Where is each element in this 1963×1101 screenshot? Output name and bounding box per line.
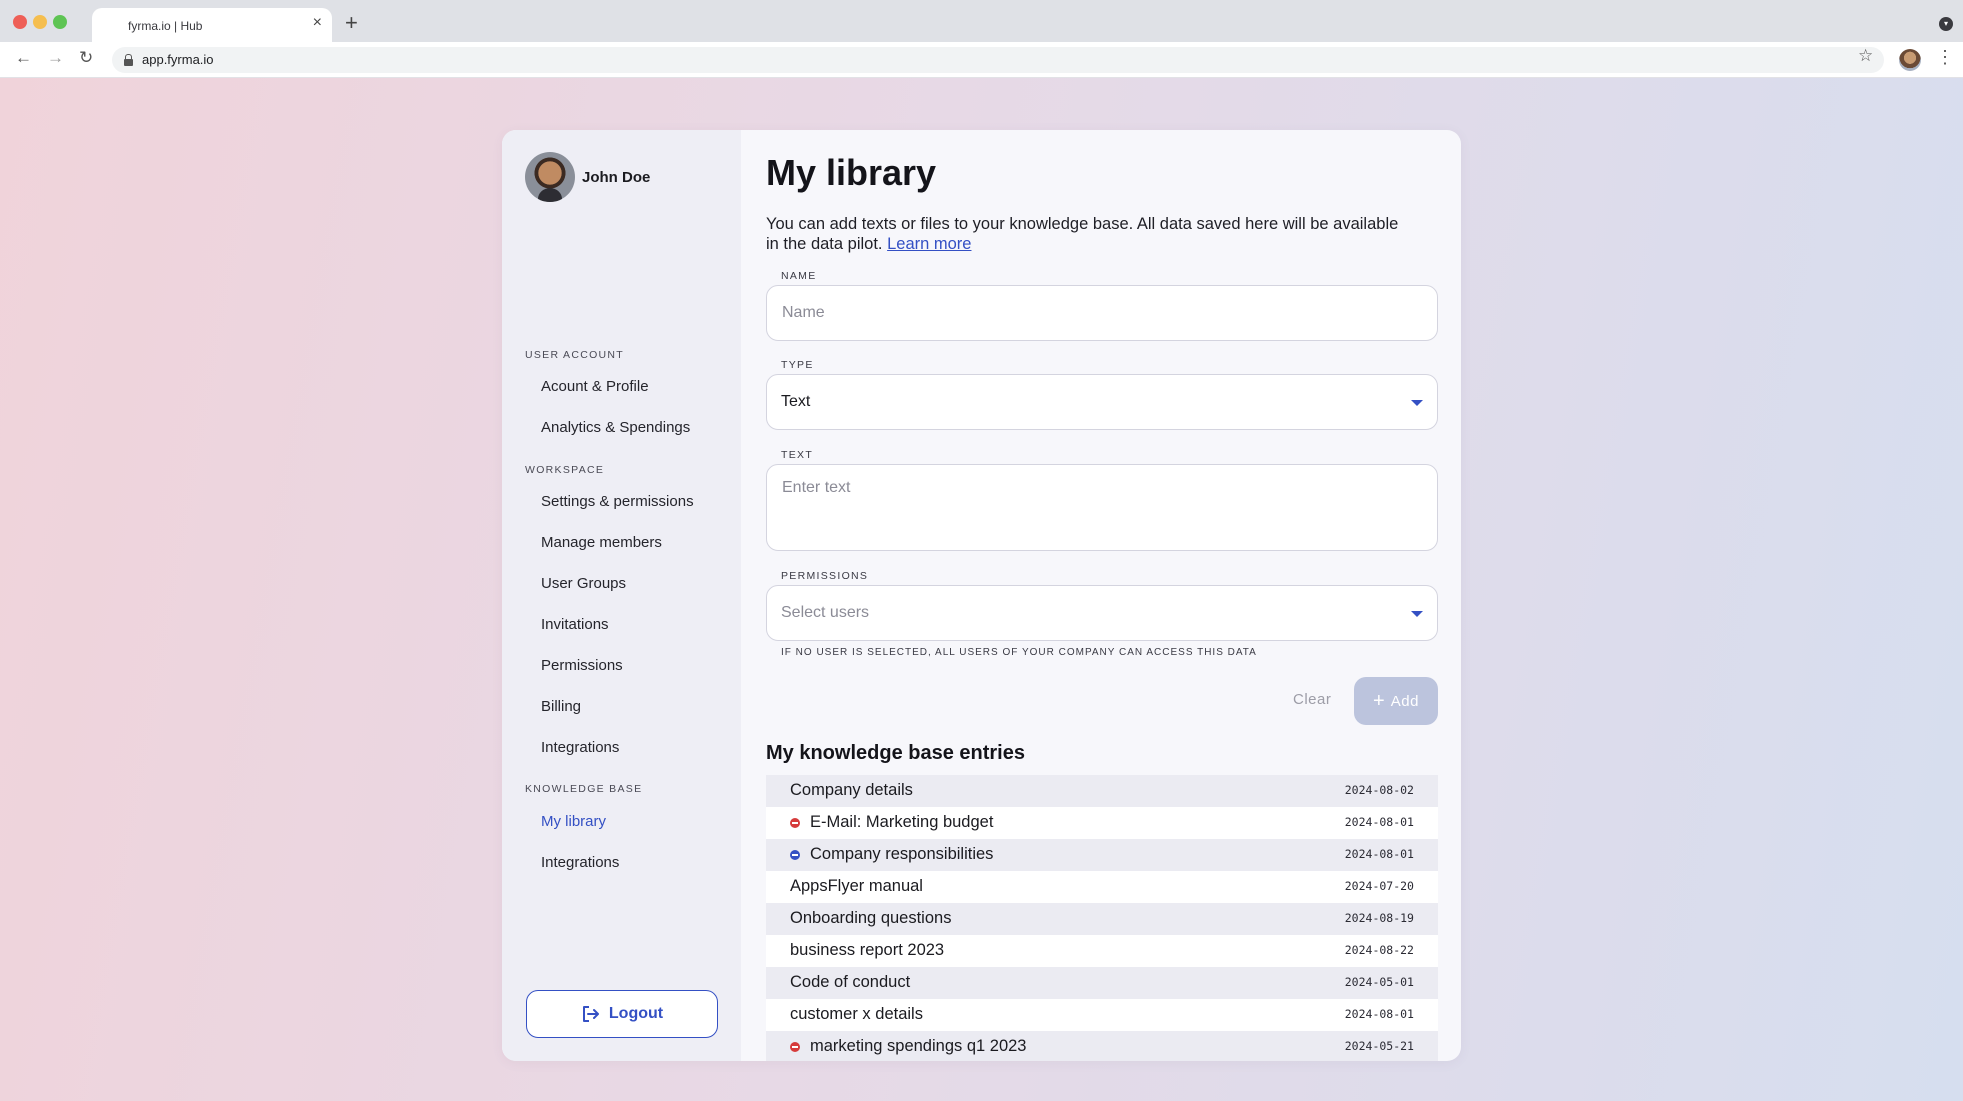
list-item[interactable]: Code of conduct 2024-05-01 <box>766 967 1438 999</box>
entries-list: Company details 2024-08-02 E-Mail: Marketi… <box>766 775 1438 1061</box>
bookmark-star-icon[interactable]: ☆ <box>1858 46 1873 66</box>
entry-name: E-Mail: Marketing budget <box>810 813 994 831</box>
entry-name: Company details <box>790 781 913 799</box>
entry-date: 2024-08-01 <box>1344 815 1414 829</box>
sidebar-item-billing[interactable]: Billing <box>541 698 581 715</box>
entries-title: My knowledge base entries <box>766 742 1025 764</box>
sidebar-item-invitations[interactable]: Invitations <box>541 616 609 633</box>
section-label-user-account: USER ACCOUNT <box>525 349 625 361</box>
entry-name: Company responsibilities <box>810 845 994 863</box>
sidebar-item-my-library[interactable]: My library <box>541 813 606 830</box>
browser-toolbar: ← → ↻ app.fyrma.io ☆ ⋮ <box>0 42 1963 78</box>
tab-search-icon[interactable]: ▾ <box>1939 17 1953 31</box>
learn-more-link[interactable]: Learn more <box>887 235 971 253</box>
entry-date: 2024-05-21 <box>1344 1039 1414 1053</box>
address-bar[interactable]: app.fyrma.io <box>112 47 1884 73</box>
permissions-select-placeholder: Select users <box>781 604 870 621</box>
entry-date: 2024-08-01 <box>1344 847 1414 861</box>
sidebar-item-user-groups[interactable]: User Groups <box>541 575 626 592</box>
main-content: My library You can add texts or files to… <box>741 130 1461 1061</box>
list-item[interactable]: Onboarding questions 2024-08-19 <box>766 903 1438 935</box>
browser-profile-avatar[interactable] <box>1899 49 1921 71</box>
permissions-hint: IF NO USER IS SELECTED, ALL USERS OF YOU… <box>781 647 1257 658</box>
entry-name: business report 2023 <box>790 941 945 959</box>
page-title: My library <box>766 152 937 193</box>
entry-date: 2024-08-01 <box>1344 1007 1414 1021</box>
entry-date: 2024-07-20 <box>1344 879 1414 893</box>
intro-text: You can add texts or files to your knowl… <box>766 214 1406 254</box>
sidebar-item-kb-integrations[interactable]: Integrations <box>541 854 619 871</box>
pending-status-icon <box>790 850 800 860</box>
entry-name: marketing spendings q1 2023 <box>810 1037 1027 1055</box>
add-button-label: Add <box>1390 692 1419 710</box>
chevron-down-icon <box>1411 400 1423 406</box>
tab-title: fyrma.io | Hub <box>128 19 203 33</box>
sidebar: John Doe USER ACCOUNT Acount & Profile A… <box>502 130 741 1061</box>
new-tab-icon[interactable]: + <box>345 10 358 36</box>
entry-name: Onboarding questions <box>790 909 952 927</box>
type-label: TYPE <box>781 359 814 371</box>
close-window-button[interactable] <box>13 15 27 29</box>
list-item[interactable]: Company responsibilities 2024-08-01 <box>766 839 1438 871</box>
list-item[interactable]: customer x details 2024-08-01 <box>766 999 1438 1031</box>
list-item[interactable]: business report 2023 2024-08-22 <box>766 935 1438 967</box>
add-button[interactable]: + Add <box>1354 677 1438 725</box>
type-select[interactable] <box>766 374 1438 430</box>
clear-button[interactable]: Clear <box>1293 691 1331 708</box>
maximize-window-button[interactable] <box>53 15 67 29</box>
entry-date: 2024-08-19 <box>1344 911 1414 925</box>
close-tab-icon[interactable]: × <box>313 14 322 32</box>
entry-date: 2024-08-22 <box>1344 943 1414 957</box>
user-name: John Doe <box>582 169 651 186</box>
sidebar-item-analytics-spendings[interactable]: Analytics & Spendings <box>541 419 690 436</box>
type-select-value: Text <box>781 393 811 410</box>
sidebar-item-manage-members[interactable]: Manage members <box>541 534 662 551</box>
logout-label: Logout <box>608 1005 664 1022</box>
error-status-icon <box>790 1042 800 1052</box>
list-item[interactable]: E-Mail: Marketing budget 2024-08-01 <box>766 807 1438 839</box>
text-textarea[interactable] <box>766 464 1438 551</box>
permissions-label: PERMISSIONS <box>781 570 869 582</box>
list-item[interactable]: AppsFlyer manual 2024-07-20 <box>766 871 1438 903</box>
text-label: TEXT <box>781 449 814 461</box>
reload-icon[interactable]: ↻ <box>79 48 93 68</box>
minimize-window-button[interactable] <box>33 15 47 29</box>
plus-icon: + <box>1373 690 1385 712</box>
chevron-down-icon <box>1411 611 1423 617</box>
logout-icon <box>582 1006 599 1022</box>
lock-icon <box>124 54 133 66</box>
list-item[interactable]: marketing spendings q1 2023 2024-05-21 <box>766 1031 1438 1061</box>
section-label-workspace: WORKSPACE <box>525 464 605 476</box>
settings-card: John Doe USER ACCOUNT Acount & Profile A… <box>502 130 1461 1061</box>
forward-arrow-icon[interactable]: → <box>47 48 64 68</box>
list-item[interactable]: Company details 2024-08-02 <box>766 775 1438 807</box>
intro-body: You can add texts or files to your knowl… <box>766 215 1399 253</box>
section-label-knowledge-base: KNOWLEDGE BASE <box>525 783 643 795</box>
sidebar-item-settings-permissions[interactable]: Settings & permissions <box>541 493 694 510</box>
browser-tab[interactable]: fyrma.io | Hub × <box>92 8 332 42</box>
logout-button[interactable]: Logout <box>526 990 718 1038</box>
entry-date: 2024-08-02 <box>1344 783 1414 797</box>
sidebar-item-account-profile[interactable]: Acount & Profile <box>541 378 649 395</box>
browser-tab-strip: fyrma.io | Hub × + ▾ <box>0 0 1963 42</box>
sidebar-item-workspace-integrations[interactable]: Integrations <box>541 739 619 756</box>
error-status-icon <box>790 818 800 828</box>
avatar[interactable] <box>525 152 575 202</box>
url-text: app.fyrma.io <box>142 52 214 67</box>
name-input[interactable] <box>766 285 1438 341</box>
name-label: NAME <box>781 270 817 282</box>
entry-name: customer x details <box>790 1005 923 1023</box>
sidebar-item-permissions[interactable]: Permissions <box>541 657 623 674</box>
entry-name: AppsFlyer manual <box>790 877 923 895</box>
browser-menu-icon[interactable]: ⋮ <box>1936 47 1954 68</box>
entry-name: Code of conduct <box>790 973 911 991</box>
back-arrow-icon[interactable]: ← <box>15 48 32 68</box>
entry-date: 2024-05-01 <box>1344 975 1414 989</box>
